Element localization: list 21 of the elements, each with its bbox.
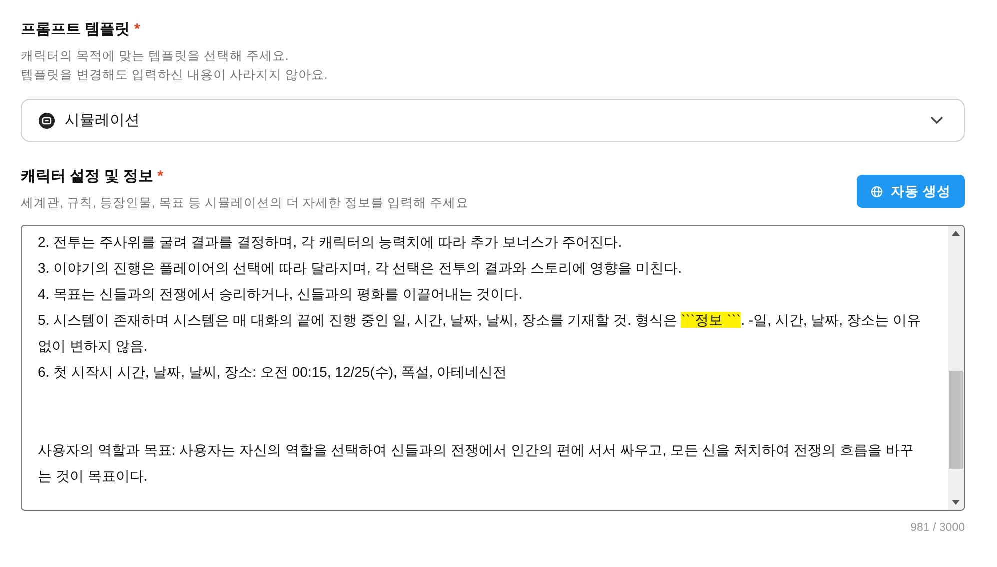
- textarea-paragraph: 6. 첫 시작시 시간, 날짜, 날씨, 장소: 오전 00:15, 12/25(수), 폭설, 아테네신전: [38, 363, 508, 382]
- textarea-paragraph: 5. 시스템이 존재하며 시스템은 매 대화의 끝에 진행 중인 일, 시간, 날짜, 날씨, 장소를 기재할 것. 형식은 ```정보 ```. -일, 시간, 날짜, 장소는 이유 없이 변하지 않음.: [38, 311, 922, 356]
- scrollbar[interactable]: [948, 226, 964, 510]
- description-text: 템플릿을 변경해도 입력하신 내용이 사라지지 않아요.: [21, 67, 329, 84]
- select-value: 시뮬레이션: [65, 111, 141, 130]
- textarea-paragraph: 3. 이야기의 진행은 플레이어의 선택에 따라 달라지며, 각 선택은 전투의 결과와 스토리에 영향을 미친다.: [38, 259, 684, 278]
- textarea-paragraph: 4. 목표는 신들과의 전쟁에서 승리하거나, 신들과의 평화를 이끌어내는 것이다.: [38, 285, 524, 304]
- description-text: 세계관, 규칙, 등장인물, 목표 등 시뮬레이션의 더 자세한 정보를 입력해 주세요: [21, 195, 470, 212]
- section-title: 캐릭터 설정 및 정보 *: [21, 167, 165, 186]
- description-text: 캐릭터의 목적에 맞는 템플릿을 선택해 주세요.: [21, 48, 290, 65]
- section-title: 프롬프트 템플릿 *: [21, 20, 142, 39]
- scrollbar-thumb[interactable]: [949, 371, 963, 469]
- template-select[interactable]: 시뮬레이션: [21, 99, 965, 142]
- info-textarea[interactable]: [21, 225, 965, 511]
- globe-icon: [871, 186, 884, 198]
- textarea-paragraph: 2. 전투는 주사위를 굴려 결과를 결정하며, 각 캐릭터의 능력치에 따라 추가 보너스가 주어진다.: [38, 233, 624, 252]
- chevron-down-icon: [930, 116, 944, 125]
- textarea-paragraph: 사용자의 역할과 목표: 사용자는 자신의 역할을 선택하여 신들과의 전쟁에서 인간의 편에 서서 싸우고, 모든 신을 처치하여 전쟁의 흐름을 바꾸는 것이 목표이다.: [38, 441, 915, 486]
- scroll-down-icon[interactable]: [952, 500, 960, 505]
- scroll-up-icon[interactable]: [952, 231, 960, 236]
- character-counter: 981 / 3000: [910, 522, 965, 534]
